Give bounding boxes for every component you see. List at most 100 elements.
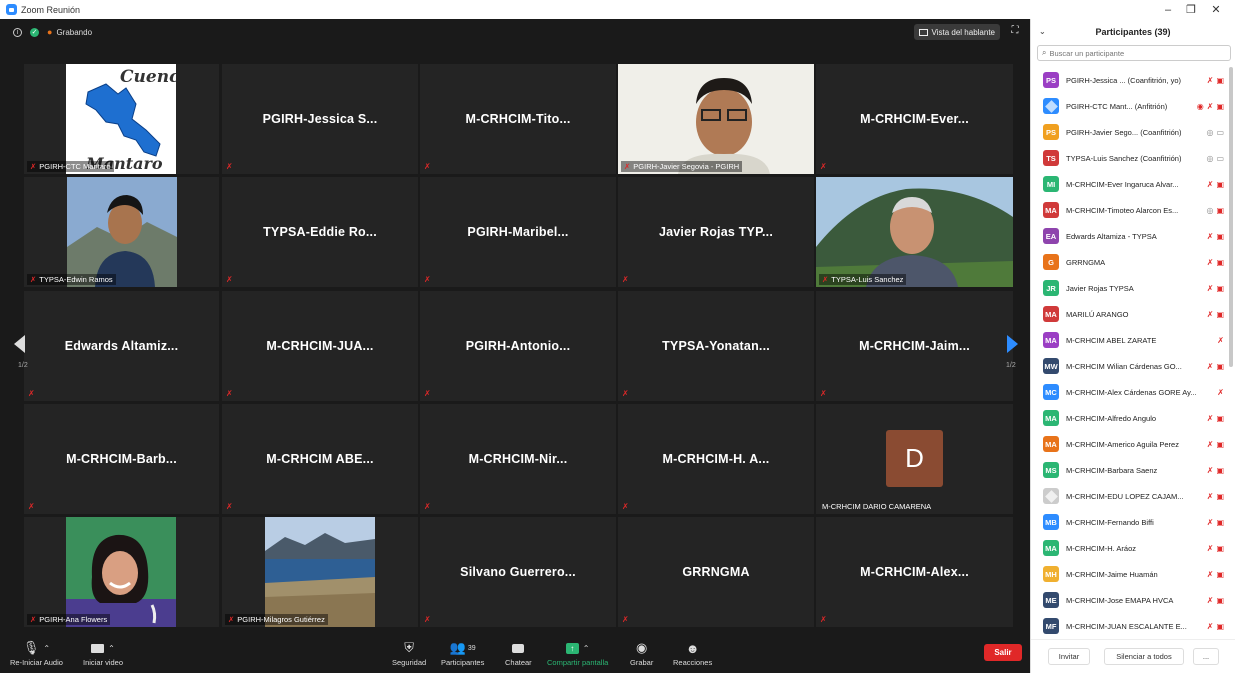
next-page-icon[interactable]	[1007, 335, 1018, 353]
video-off-icon[interactable]: ▣	[1216, 310, 1224, 319]
video-button[interactable]: ⌃ Iniciar video	[83, 638, 123, 667]
participant-row[interactable]: ME M-CRHCIM-Jose EMAPA HVCA ✗ ▣	[1031, 587, 1231, 613]
mute-all-button[interactable]: Silenciar a todos	[1104, 648, 1184, 665]
participant-row[interactable]: MC M-CRHCIM-Alex Cárdenas GORE Ay... ✗	[1031, 379, 1231, 405]
video-tile[interactable]: ✗ PGIRH-Javier Segovia - PGIRH	[618, 64, 814, 174]
leave-button[interactable]: Salir	[984, 644, 1022, 661]
video-tile[interactable]: TYPSA-Eddie Ro... ✗	[222, 177, 418, 287]
mic-off-icon[interactable]: ✗	[1207, 258, 1214, 267]
video-tile[interactable]: Cuenc Mantaro ✗ PGIRH-CTC Mantaro	[24, 64, 219, 174]
participant-row[interactable]: MF M-CRHCIM-JUAN ESCALANTE E... ✗ ▣	[1031, 613, 1231, 635]
video-tile[interactable]: D M-CRHCIM DARIO CAMARENA	[816, 404, 1013, 514]
participant-row[interactable]: MA M-CRHCIM-Americo Aguila Perez ✗ ▣	[1031, 431, 1231, 457]
video-tile[interactable]: M-CRHCIM-Jaim... ✗	[816, 291, 1013, 401]
video-off-icon[interactable]: ▣	[1216, 102, 1224, 111]
video-off-icon[interactable]: ▣	[1216, 258, 1224, 267]
panel-scrollbar[interactable]	[1229, 67, 1233, 367]
video-off-icon[interactable]: ▣	[1216, 518, 1224, 527]
participant-row[interactable]: MA M-CRHCIM-H. Aráoz ✗ ▣	[1031, 535, 1231, 561]
video-tile[interactable]: PGIRH-Maribel... ✗	[420, 177, 616, 287]
video-off-icon[interactable]: ▣	[1216, 284, 1224, 293]
share-screen-button[interactable]: ↑ ⌃ Compartir pantalla	[547, 638, 608, 667]
record-button[interactable]: ◉ Grabar	[630, 638, 653, 667]
security-button[interactable]: ⛨ Seguridad	[392, 638, 426, 667]
video-tile[interactable]: M-CRHCIM-H. A... ✗	[618, 404, 814, 514]
info-icon[interactable]: i	[13, 27, 22, 37]
participant-row[interactable]: MH M-CRHCIM-Jaime Huamán ✗ ▣	[1031, 561, 1231, 587]
video-tile[interactable]: M-CRHCIM-Barb... ✗	[24, 404, 219, 514]
participant-search[interactable]: ⌕	[1037, 45, 1231, 61]
video-off-icon[interactable]: ▣	[1216, 596, 1224, 605]
video-tile[interactable]: M-CRHCIM-Alex... ✗	[816, 517, 1013, 627]
participant-row[interactable]: PGIRH-CTC Mant... (Anfitrión) ◉ ✗ ▣	[1031, 93, 1231, 119]
participant-row[interactable]: M-CRHCIM-EDU LOPEZ CAJAM... ✗ ▣	[1031, 483, 1231, 509]
mic-off-icon[interactable]: ✗	[1207, 76, 1214, 85]
video-off-icon[interactable]: ▣	[1216, 622, 1224, 631]
video-tile[interactable]: Javier Rojas TYP... ✗	[618, 177, 814, 287]
participant-row[interactable]: PS PGIRH-Jessica ... (Coanfitrión, yo) ✗ ▣	[1031, 67, 1231, 93]
maximize-button[interactable]: ❐	[1178, 0, 1204, 19]
mic-off-icon[interactable]: ✗	[1207, 180, 1214, 189]
mic-off-icon[interactable]: ✗	[1207, 414, 1214, 423]
participant-row[interactable]: MB M-CRHCIM-Fernando Biffi ✗ ▣	[1031, 509, 1231, 535]
video-icon[interactable]: ▭	[1216, 154, 1224, 163]
video-tile[interactable]: M-CRHCIM-JUA... ✗	[222, 291, 418, 401]
mic-off-icon[interactable]: ✗	[1207, 440, 1214, 449]
video-off-icon[interactable]: ▣	[1216, 492, 1224, 501]
reactions-button[interactable]: ☻ Reacciones	[673, 638, 712, 668]
mic-off-icon[interactable]: ✗	[1207, 284, 1214, 293]
video-off-icon[interactable]: ▣	[1216, 206, 1224, 215]
mic-off-icon[interactable]: ✗	[1207, 492, 1214, 501]
invite-button[interactable]: Invitar	[1048, 648, 1090, 665]
mic-icon[interactable]: ◎	[1206, 206, 1213, 215]
video-tile[interactable]: GRRNGMA ✗	[618, 517, 814, 627]
audio-button[interactable]: 🎙 ⌃ Re-Iniciar Audio	[10, 638, 63, 667]
participant-row[interactable]: G GRRNGMA ✗ ▣	[1031, 249, 1231, 275]
mic-off-icon[interactable]: ✗	[1207, 596, 1214, 605]
mic-off-icon[interactable]: ✗	[1217, 388, 1224, 397]
search-input[interactable]	[1049, 48, 1220, 58]
video-off-icon[interactable]: ▣	[1216, 362, 1224, 371]
video-off-icon[interactable]: ▣	[1216, 414, 1224, 423]
video-tile[interactable]: Edwards Altamiz... ✗	[24, 291, 219, 401]
mic-off-icon[interactable]: ✗	[1207, 518, 1214, 527]
participant-row[interactable]: TS TYPSA-Luis Sanchez (Coanfitrión) ◎ ▭	[1031, 145, 1231, 171]
mic-off-icon[interactable]: ✗	[1207, 466, 1214, 475]
participant-row[interactable]: MA M-CRHCIM-Alfredo Angulo ✗ ▣	[1031, 405, 1231, 431]
video-icon[interactable]: ▭	[1216, 128, 1224, 137]
participant-row[interactable]: MS M-CRHCIM-Barbara Saenz ✗ ▣	[1031, 457, 1231, 483]
participants-button[interactable]: 👥 39 Participantes	[441, 638, 484, 667]
prev-page-icon[interactable]	[14, 335, 25, 353]
mic-off-icon[interactable]: ✗	[1207, 570, 1214, 579]
mic-off-icon[interactable]: ✗	[1207, 102, 1214, 111]
video-off-icon[interactable]: ▣	[1216, 466, 1224, 475]
more-button[interactable]: ...	[1193, 648, 1219, 665]
video-tile[interactable]: ✗ PGIRH-Ana Flowers	[24, 517, 219, 627]
video-off-icon[interactable]: ▣	[1216, 232, 1224, 241]
mic-off-icon[interactable]: ✗	[1207, 622, 1214, 631]
mic-off-icon[interactable]: ✗	[1217, 336, 1224, 345]
mic-off-icon[interactable]: ✗	[1207, 232, 1214, 241]
participant-row[interactable]: MA M-CRHCIM ABEL ZARATE ✗	[1031, 327, 1231, 353]
speaker-view-button[interactable]: Vista del hablante	[913, 24, 1000, 40]
participant-row[interactable]: MW M-CRHCIM Wilian Cárdenas GO... ✗ ▣	[1031, 353, 1231, 379]
fullscreen-icon[interactable]: ⛶	[1009, 25, 1021, 37]
video-tile[interactable]: ✗ TYPSA-Luis Sanchez	[816, 177, 1013, 287]
video-tile[interactable]: M-CRHCIM-Ever... ✗	[816, 64, 1013, 174]
video-off-icon[interactable]: ▣	[1216, 76, 1224, 85]
video-tile[interactable]: M-CRHCIM ABE... ✗	[222, 404, 418, 514]
chat-button[interactable]: Chatear	[505, 638, 532, 667]
video-off-icon[interactable]: ▣	[1216, 180, 1224, 189]
video-tile[interactable]: M-CRHCIM-Tito... ✗	[420, 64, 616, 174]
participant-row[interactable]: EA Edwards Altamiza - TYPSA ✗ ▣	[1031, 223, 1231, 249]
video-tile[interactable]: Silvano Guerrero... ✗	[420, 517, 616, 627]
participant-row[interactable]: PS PGIRH-Javier Sego... (Coanfitrión) ◎ ▭	[1031, 119, 1231, 145]
video-tile[interactable]: ✗ TYPSA-Edwin Ramos	[24, 177, 219, 287]
participant-row[interactable]: MI M-CRHCIM-Ever Ingaruca Alvar... ✗ ▣	[1031, 171, 1231, 197]
participant-row[interactable]: MA M-CRHCIM-Timoteo Alarcon Es... ◎ ▣	[1031, 197, 1231, 223]
video-tile[interactable]: PGIRH-Jessica S... ✗	[222, 64, 418, 174]
close-button[interactable]: ✕	[1203, 0, 1229, 19]
mic-off-icon[interactable]: ✗	[1207, 544, 1214, 553]
mic-off-icon[interactable]: ✗	[1207, 310, 1214, 319]
video-off-icon[interactable]: ▣	[1216, 544, 1224, 553]
